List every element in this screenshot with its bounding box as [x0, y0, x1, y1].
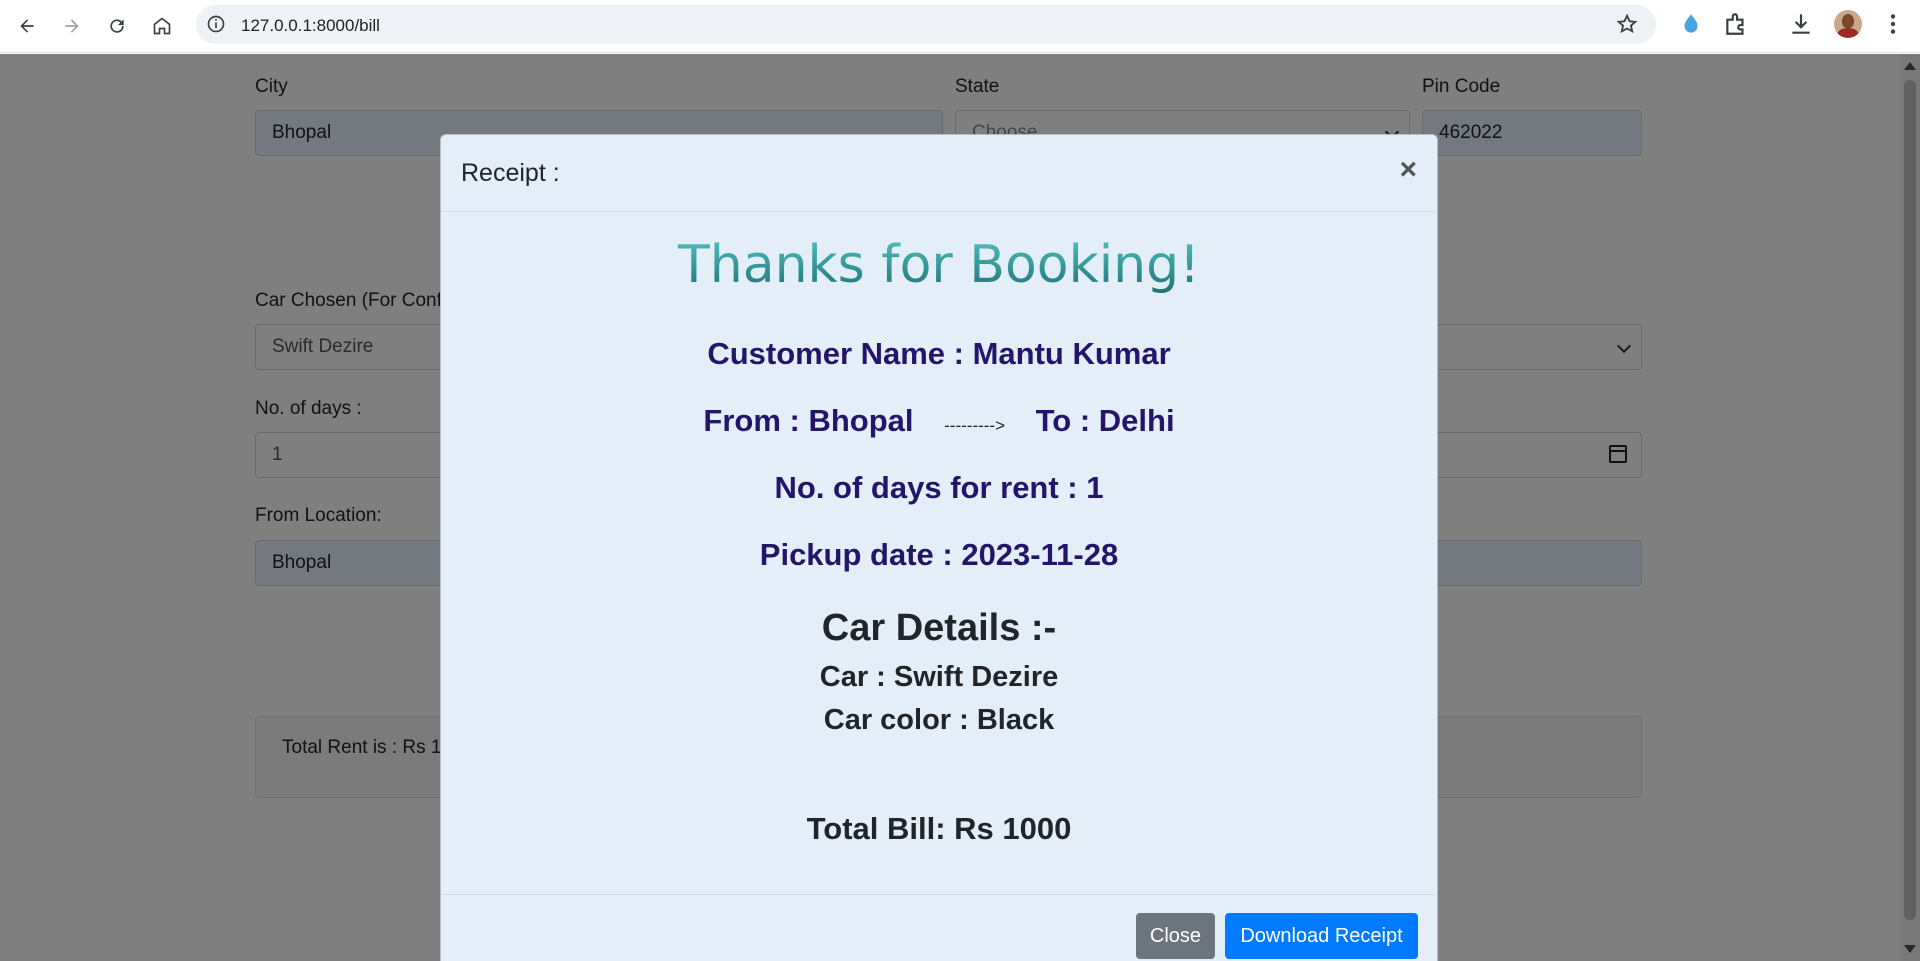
home-button[interactable] — [146, 10, 178, 42]
to-text: To : Delhi — [1035, 403, 1175, 438]
home-icon — [153, 17, 171, 35]
extensions-puzzle-icon[interactable] — [1723, 11, 1749, 37]
download-receipt-button[interactable]: Download Receipt — [1225, 913, 1418, 959]
car-name-line: Car : Swift Dezire — [819, 661, 1059, 693]
total-bill-line: Total Bill: Rs 1000 — [806, 811, 1072, 846]
browser-toolbar: 127.0.0.1:8000/bill — [0, 0, 1920, 53]
menu-kebab-icon[interactable] — [1880, 11, 1906, 37]
forward-arrow-icon — [65, 19, 79, 33]
car-color-line: Car color : Black — [823, 704, 1055, 736]
from-text: From : Bhopal — [703, 403, 914, 438]
route-arrow: ---------> — [944, 416, 1006, 435]
url-text: 127.0.0.1:8000/bill — [241, 16, 380, 35]
back-button[interactable] — [11, 10, 43, 42]
receipt-modal: Receipt : × Thanks for Booking! Customer… — [440, 134, 1438, 961]
address-bar[interactable]: 127.0.0.1:8000/bill — [196, 5, 1656, 44]
modal-header: Receipt : × — [441, 135, 1437, 212]
site-info-icon[interactable] — [206, 14, 226, 34]
bookmark-star-icon[interactable] — [1616, 13, 1638, 35]
pickup-date-line: Pickup date : 2023-11-28 — [759, 537, 1119, 572]
download-icon[interactable] — [1788, 11, 1814, 37]
back-arrow-icon — [20, 19, 34, 33]
reload-icon — [110, 19, 124, 33]
profile-avatar[interactable] — [1834, 10, 1862, 38]
days-for-rent-line: No. of days for rent : 1 — [774, 470, 1104, 505]
thanks-heading: Thanks for Booking! — [441, 235, 1437, 295]
close-button[interactable]: Close — [1136, 913, 1215, 959]
reload-button[interactable] — [101, 10, 133, 42]
close-icon[interactable]: × — [1399, 155, 1417, 185]
customer-name-line: Customer Name : Mantu Kumar — [707, 336, 1171, 371]
extension-drop-icon[interactable] — [1678, 11, 1704, 37]
route-line: From : Bhopal ---------> To : Delhi — [441, 403, 1437, 439]
modal-title: Receipt : — [461, 159, 560, 187]
forward-button[interactable] — [56, 10, 88, 42]
car-details-title: Car Details :- — [821, 607, 1057, 649]
